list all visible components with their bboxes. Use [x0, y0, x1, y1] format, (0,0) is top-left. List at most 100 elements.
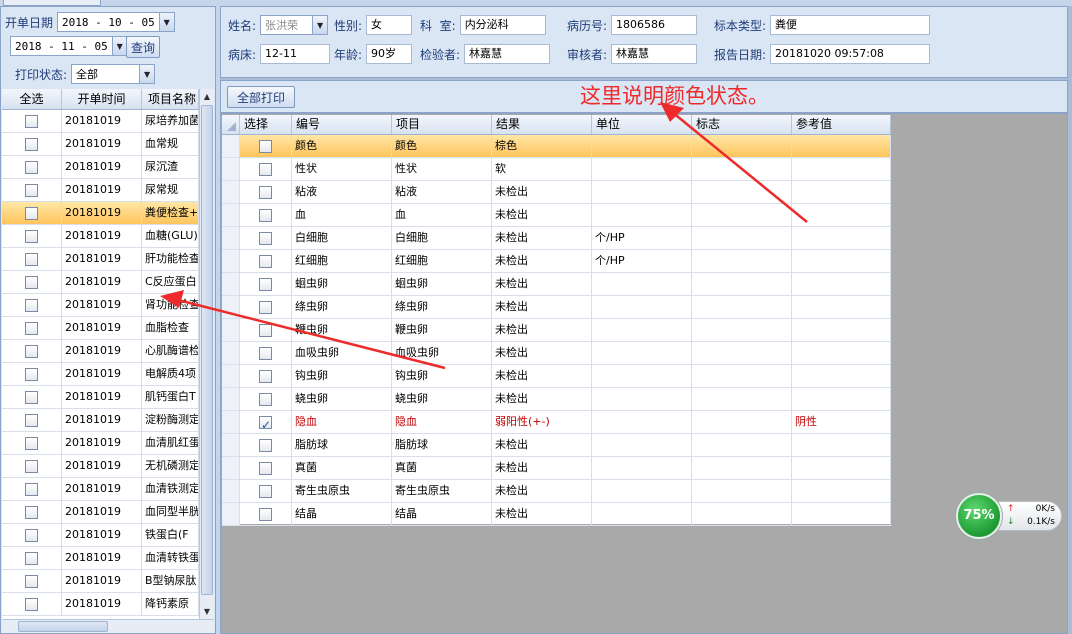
- row-checkbox-cell[interactable]: [240, 457, 292, 479]
- ref-cell[interactable]: [792, 158, 891, 180]
- row-checkbox-cell[interactable]: [2, 340, 62, 362]
- ref-header[interactable]: 参考值: [792, 115, 891, 134]
- row-checkbox[interactable]: [25, 551, 38, 565]
- row-checkbox[interactable]: [259, 139, 272, 153]
- order-row[interactable]: 20181019 血脂检查: [2, 317, 199, 340]
- result-row[interactable]: 结晶 结晶 未检出: [222, 503, 891, 526]
- flag-cell[interactable]: [692, 227, 792, 249]
- code-cell[interactable]: 脂肪球: [292, 434, 392, 456]
- row-indicator[interactable]: [222, 204, 240, 226]
- ref-cell[interactable]: 阴性: [792, 411, 891, 433]
- order-row[interactable]: 20181019 肌钙蛋白T: [2, 386, 199, 409]
- row-indicator[interactable]: [222, 273, 240, 295]
- order-row[interactable]: 20181019 无机磷测定: [2, 455, 199, 478]
- row-indicator[interactable]: [222, 388, 240, 410]
- flag-cell[interactable]: [692, 480, 792, 502]
- row-indicator[interactable]: [222, 158, 240, 180]
- row-checkbox-cell[interactable]: [240, 227, 292, 249]
- result-row[interactable]: 粘液 粘液 未检出: [222, 181, 891, 204]
- row-checkbox[interactable]: [259, 414, 272, 433]
- row-checkbox-cell[interactable]: [240, 342, 292, 364]
- row-indicator[interactable]: [222, 227, 240, 249]
- result-row[interactable]: 蛲虫卵 蛲虫卵 未检出: [222, 388, 891, 411]
- item-cell[interactable]: 结晶: [392, 503, 492, 525]
- code-cell[interactable]: 白细胞: [292, 227, 392, 249]
- order-row[interactable]: 20181019 C反应蛋白: [2, 271, 199, 294]
- result-cell[interactable]: 未检出: [492, 296, 592, 318]
- flag-cell[interactable]: [692, 296, 792, 318]
- ref-cell[interactable]: [792, 227, 891, 249]
- flag-cell[interactable]: [692, 411, 792, 433]
- row-checkbox-cell[interactable]: [240, 181, 292, 203]
- row-checkbox[interactable]: [259, 438, 272, 452]
- memory-percent[interactable]: 75%: [956, 493, 1002, 539]
- result-row[interactable]: 血血未检出: [222, 204, 891, 227]
- ref-cell[interactable]: [792, 319, 891, 341]
- order-row[interactable]: 20181019 尿沉渣: [2, 156, 199, 179]
- code-header[interactable]: 编号: [292, 115, 392, 134]
- flag-cell[interactable]: [692, 434, 792, 456]
- ref-cell[interactable]: [792, 181, 891, 203]
- order-row[interactable]: 20181019 血同型半胱: [2, 501, 199, 524]
- flag-cell[interactable]: [692, 250, 792, 272]
- code-cell[interactable]: 结晶: [292, 503, 392, 525]
- flag-cell[interactable]: [692, 388, 792, 410]
- row-checkbox[interactable]: [259, 392, 272, 406]
- scroll-down-icon[interactable]: ▼: [200, 604, 214, 619]
- unit-cell[interactable]: [592, 273, 692, 295]
- row-checkbox[interactable]: [25, 505, 38, 519]
- row-indicator[interactable]: [222, 319, 240, 341]
- row-indicator[interactable]: [222, 434, 240, 456]
- code-cell[interactable]: 钩虫卵: [292, 365, 392, 387]
- row-checkbox[interactable]: [25, 436, 38, 450]
- item-cell[interactable]: 寄生虫原虫: [392, 480, 492, 502]
- row-checkbox-cell[interactable]: [2, 570, 62, 592]
- item-cell[interactable]: 钩虫卵: [392, 365, 492, 387]
- row-indicator[interactable]: [222, 480, 240, 502]
- name-select[interactable]: 张洪荣 ▼: [260, 15, 329, 35]
- unit-header[interactable]: 单位: [592, 115, 692, 134]
- ref-cell[interactable]: [792, 273, 891, 295]
- ref-cell[interactable]: [792, 503, 891, 525]
- code-cell[interactable]: 颜色: [292, 135, 392, 157]
- result-row[interactable]: 鞭虫卵 鞭虫卵 未检出: [222, 319, 891, 342]
- unit-cell[interactable]: [592, 503, 692, 525]
- ref-cell[interactable]: [792, 365, 891, 387]
- order-row[interactable]: 20181019 降钙素原: [2, 593, 199, 616]
- item-cell[interactable]: 粘液: [392, 181, 492, 203]
- result-row[interactable]: 颜色 颜色 棕色: [222, 135, 891, 158]
- item-name-header[interactable]: 项目名称: [142, 89, 199, 109]
- row-checkbox[interactable]: [25, 229, 38, 243]
- unit-cell[interactable]: [592, 135, 692, 157]
- code-cell[interactable]: 寄生虫原虫: [292, 480, 392, 502]
- row-checkbox-cell[interactable]: [240, 411, 292, 433]
- row-checkbox-cell[interactable]: [2, 455, 62, 477]
- row-indicator[interactable]: [222, 135, 240, 157]
- result-cell[interactable]: 软: [492, 158, 592, 180]
- unit-cell[interactable]: [592, 181, 692, 203]
- unit-cell[interactable]: 个/HP: [592, 227, 692, 249]
- order-row[interactable]: 20181019 血常规: [2, 133, 199, 156]
- order-row[interactable]: 20181019 肾功能检查: [2, 294, 199, 317]
- row-checkbox-cell[interactable]: [2, 593, 62, 615]
- row-checkbox-cell[interactable]: [2, 110, 62, 132]
- code-cell[interactable]: 蛔虫卵: [292, 273, 392, 295]
- item-cell[interactable]: 蛲虫卵: [392, 388, 492, 410]
- unit-cell[interactable]: [592, 411, 692, 433]
- row-checkbox-cell[interactable]: [240, 296, 292, 318]
- ref-cell[interactable]: [792, 434, 891, 456]
- row-checkbox-cell[interactable]: [240, 480, 292, 502]
- code-cell[interactable]: 真菌: [292, 457, 392, 479]
- row-checkbox-cell[interactable]: [2, 225, 62, 247]
- chevron-down-icon[interactable]: ▼: [158, 13, 174, 31]
- order-time-header[interactable]: 开单时间: [62, 89, 142, 109]
- order-row[interactable]: 20181019 电解质4项: [2, 363, 199, 386]
- row-checkbox[interactable]: [25, 482, 38, 496]
- order-row[interactable]: 20181019 尿培养加菌: [2, 110, 199, 133]
- unit-cell[interactable]: [592, 158, 692, 180]
- order-row[interactable]: 20181019 肝功能检查: [2, 248, 199, 271]
- row-indicator[interactable]: [222, 411, 240, 433]
- row-indicator[interactable]: [222, 457, 240, 479]
- item-cell[interactable]: 隐血: [392, 411, 492, 433]
- result-row[interactable]: 红细胞 红细胞 未检出 个/HP: [222, 250, 891, 273]
